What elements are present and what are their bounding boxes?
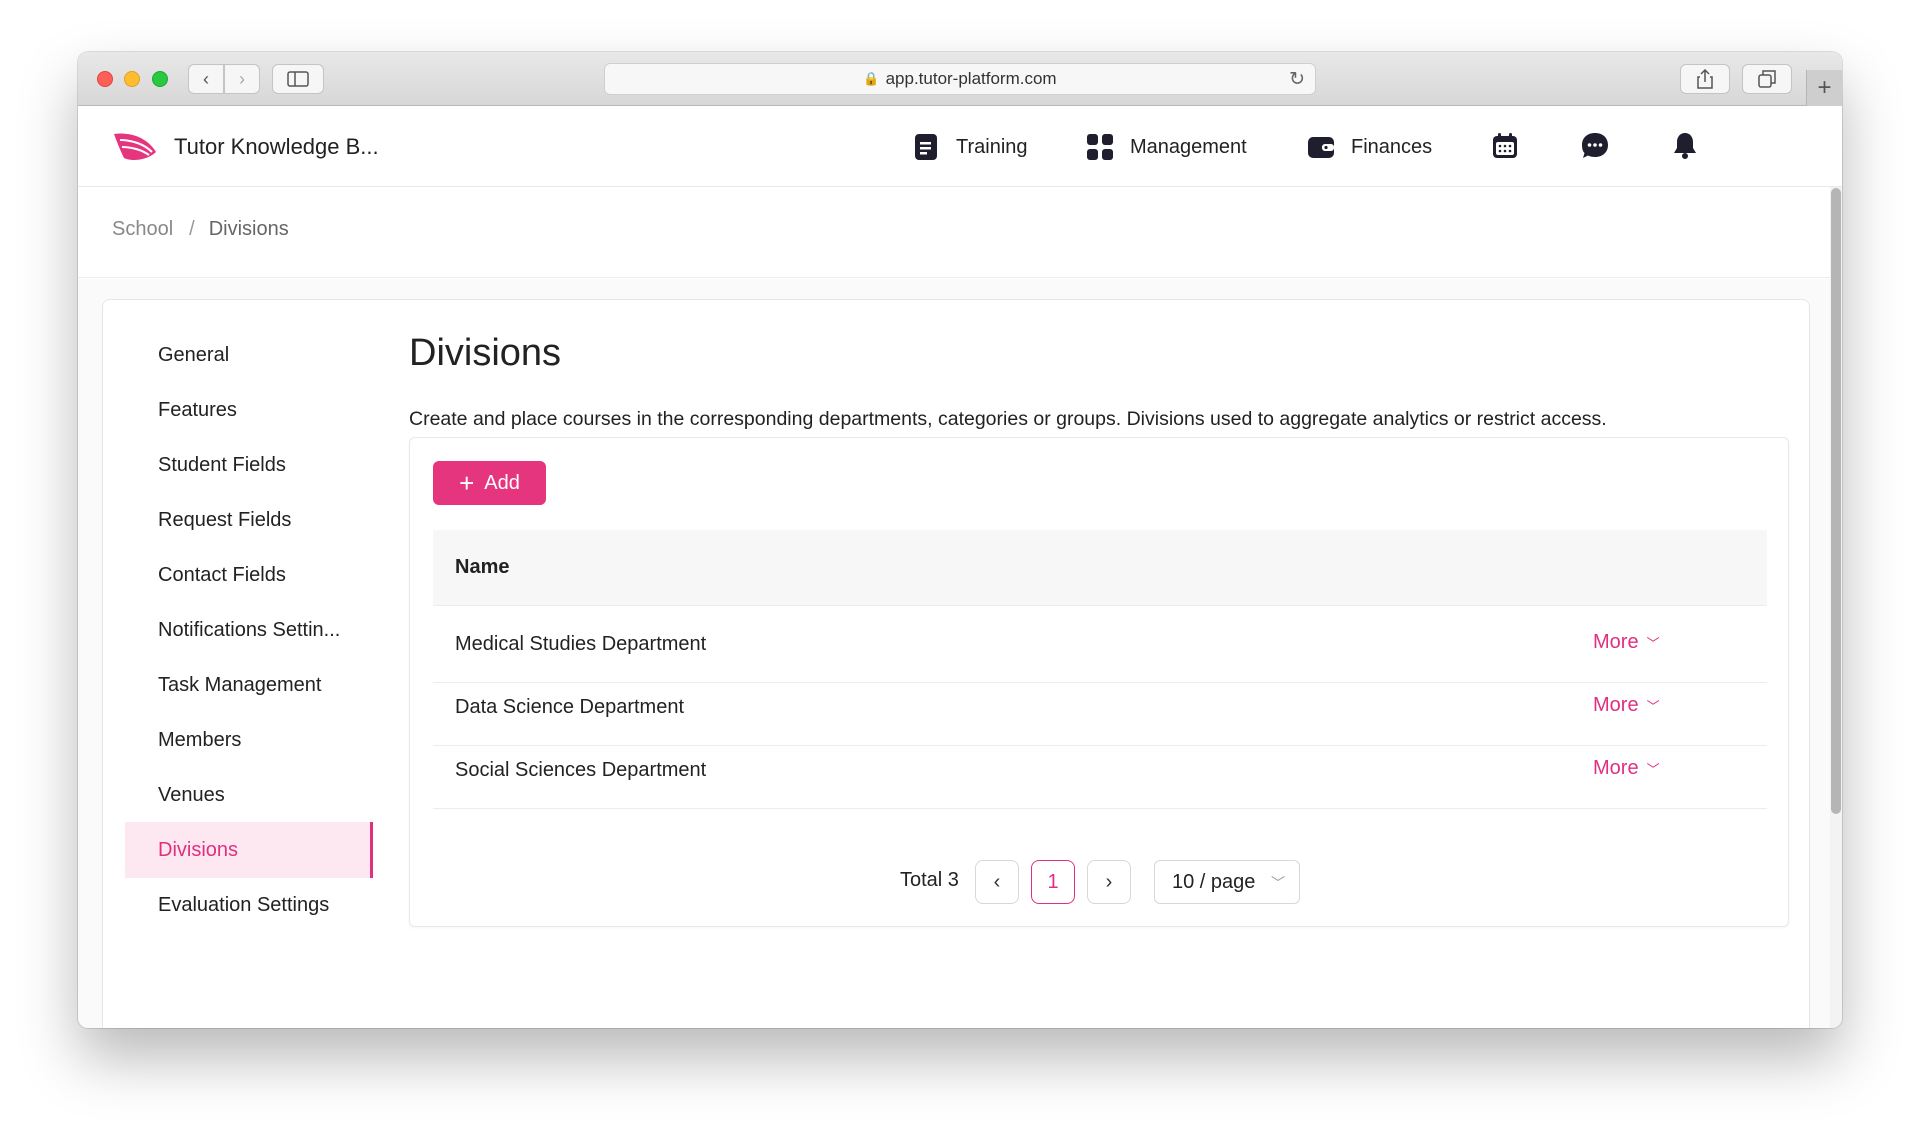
- address-bar[interactable]: 🔒 app.tutor-platform.com ↻: [604, 63, 1316, 95]
- chevron-right-icon: ›: [239, 68, 245, 89]
- sidebar-item-evaluation-settings[interactable]: Evaluation Settings: [125, 877, 373, 933]
- chevron-right-icon: ›: [1105, 870, 1113, 893]
- add-button-label: Add: [484, 471, 520, 494]
- table-row: Social Sciences Department More ﹀: [433, 732, 1767, 809]
- minimize-window-button[interactable]: [124, 71, 140, 87]
- column-header-name: Name: [455, 556, 510, 578]
- app-header: Tutor Knowledge B... Training Management…: [78, 107, 1842, 187]
- sidebar-icon: [287, 71, 309, 87]
- next-page-button[interactable]: ›: [1087, 860, 1131, 904]
- zoom-window-button[interactable]: [152, 71, 168, 87]
- browser-toolbar: ‹ › 🔒 app.tutor-platform.com ↻ +: [78, 52, 1842, 106]
- sidebar-toggle-button[interactable]: [272, 64, 324, 94]
- share-icon: [1697, 69, 1713, 89]
- page-number-button[interactable]: 1: [1031, 860, 1075, 904]
- chevron-down-icon: ﹀: [1271, 875, 1285, 891]
- sidebar-item-notifications[interactable]: Notifications Settin...: [125, 602, 373, 658]
- bell-icon[interactable]: [1670, 131, 1700, 161]
- chevron-left-icon: ‹: [993, 870, 1001, 893]
- sidebar-item-contact-fields[interactable]: Contact Fields: [125, 547, 373, 603]
- chat-icon[interactable]: [1580, 131, 1610, 161]
- add-division-button[interactable]: + Add: [433, 461, 546, 505]
- divisions-panel: + Add Name Medical Studies Department Mo…: [409, 437, 1789, 927]
- logo-icon: [114, 133, 156, 160]
- sidebar-item-label: Venues: [158, 783, 225, 806]
- app-title[interactable]: Tutor Knowledge B...: [174, 134, 379, 160]
- pagination-total: Total 3: [900, 869, 959, 891]
- more-label: More: [1593, 631, 1639, 653]
- tabs-icon: [1758, 70, 1776, 88]
- chevron-down-icon: ﹀: [1646, 699, 1660, 714]
- more-dropdown[interactable]: More ﹀: [1593, 631, 1660, 654]
- breadcrumb-separator: /: [189, 218, 195, 240]
- page-number: 1: [1047, 870, 1059, 893]
- page-description: Create and place courses in the correspo…: [409, 408, 1607, 430]
- more-dropdown[interactable]: More ﹀: [1593, 757, 1660, 780]
- sidebar-item-label: Notifications Settin...: [158, 618, 341, 641]
- back-button[interactable]: ‹: [188, 64, 224, 94]
- sidebar-item-label: Evaluation Settings: [158, 893, 330, 916]
- sidebar-item-label: Student Fields: [158, 453, 286, 476]
- calendar-icon[interactable]: [1490, 131, 1520, 161]
- page-size-select[interactable]: 10 / page ﹀: [1154, 860, 1300, 904]
- sidebar-item-label: Divisions: [158, 838, 239, 861]
- tab-overview-button[interactable]: [1742, 64, 1792, 94]
- forward-button[interactable]: ›: [224, 64, 260, 94]
- sidebar-item-label: Request Fields: [158, 508, 292, 531]
- nav-finances[interactable]: Finances: [1307, 130, 1432, 164]
- sidebar-item-label: Contact Fields: [158, 563, 286, 586]
- division-name: Social Sciences Department: [455, 758, 707, 781]
- share-button[interactable]: [1680, 64, 1730, 94]
- sidebar-item-student-fields[interactable]: Student Fields: [125, 437, 373, 493]
- division-name: Medical Studies Department: [455, 632, 707, 655]
- sidebar-item-label: General: [158, 343, 230, 366]
- plus-icon: +: [459, 468, 475, 498]
- sidebar-item-members[interactable]: Members: [125, 712, 373, 768]
- scrollbar-thumb[interactable]: [1831, 188, 1841, 814]
- nav-training[interactable]: Training: [912, 130, 1028, 164]
- url-text: app.tutor-platform.com: [885, 69, 1057, 88]
- prev-page-button[interactable]: ‹: [975, 860, 1019, 904]
- more-label: More: [1593, 694, 1639, 716]
- breadcrumb-current: Divisions: [208, 218, 289, 240]
- new-tab-button[interactable]: +: [1806, 70, 1842, 106]
- lock-icon: 🔒: [863, 71, 880, 86]
- breadcrumb-school[interactable]: School: [112, 218, 173, 240]
- browser-window: ‹ › 🔒 app.tutor-platform.com ↻ + Tutor K…: [78, 52, 1842, 1028]
- pagination: Total 3 ‹ 1 › 10 / page ﹀: [410, 860, 1788, 904]
- close-window-button[interactable]: [97, 71, 113, 87]
- sidebar-item-label: Task Management: [158, 673, 322, 696]
- chevron-down-icon: ﹀: [1646, 762, 1660, 777]
- more-dropdown[interactable]: More ﹀: [1593, 694, 1660, 717]
- wallet-icon: [1308, 137, 1334, 158]
- chevron-down-icon: ﹀: [1646, 636, 1660, 651]
- book-icon: [915, 134, 937, 160]
- more-label: More: [1593, 757, 1639, 779]
- sidebar-item-general[interactable]: General: [125, 327, 373, 383]
- sidebar-item-divisions[interactable]: Divisions: [125, 822, 373, 878]
- sidebar-item-task-management[interactable]: Task Management: [125, 657, 373, 713]
- page-size-value: 10 / page: [1172, 870, 1256, 893]
- nav-training-label: Training: [956, 135, 1028, 158]
- sidebar-item-venues[interactable]: Venues: [125, 767, 373, 823]
- plus-icon: +: [1817, 74, 1832, 101]
- sidebar-item-features[interactable]: Features: [125, 382, 373, 438]
- breadcrumb-bar: School / Divisions: [78, 188, 1830, 278]
- breadcrumb: School / Divisions: [112, 218, 289, 241]
- settings-card: General Features Student Fields Request …: [102, 299, 1810, 1028]
- table-header: Name: [433, 530, 1767, 606]
- division-name: Data Science Department: [455, 695, 685, 718]
- nav-management[interactable]: Management: [1086, 130, 1247, 164]
- page-title: Divisions: [409, 332, 562, 374]
- sidebar-item-label: Members: [158, 728, 242, 751]
- nav-finances-label: Finances: [1351, 135, 1433, 158]
- sidebar-item-label: Features: [158, 398, 237, 421]
- chevron-left-icon: ‹: [203, 68, 209, 89]
- sidebar-item-request-fields[interactable]: Request Fields: [125, 492, 373, 548]
- grid-icon: [1087, 134, 1113, 160]
- reload-icon[interactable]: ↻: [1289, 68, 1305, 91]
- nav-management-label: Management: [1130, 135, 1247, 158]
